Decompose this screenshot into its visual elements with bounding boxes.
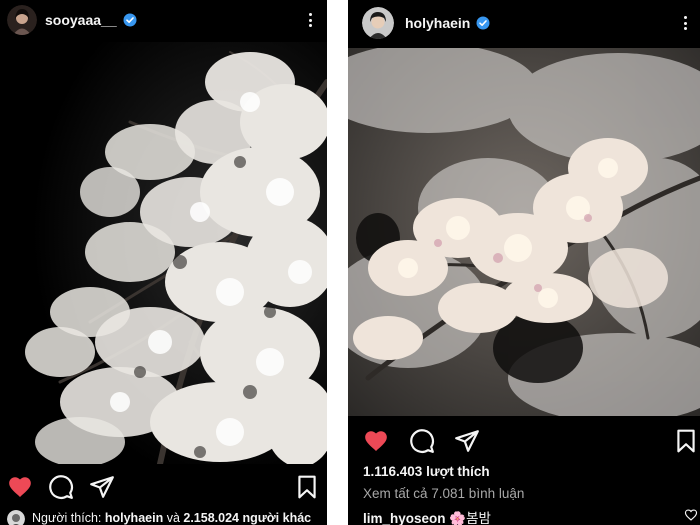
- heart-outline-icon[interactable]: [684, 508, 698, 522]
- username-row: sooyaaa__: [45, 12, 137, 28]
- liked-by-line: Người thích: holyhaein và 2.158.024 ngườ…: [32, 511, 311, 525]
- liked-by-and: và: [166, 511, 180, 525]
- heart-filled-icon[interactable]: [7, 474, 33, 500]
- like-count[interactable]: 1.116.403 lượt thích: [363, 464, 490, 479]
- username-row: holyhaein: [405, 15, 490, 31]
- verified-badge-icon: [476, 16, 490, 30]
- profile-avatar[interactable]: [7, 5, 37, 35]
- post-header: holyhaein: [348, 0, 700, 46]
- send-icon[interactable]: [454, 428, 480, 454]
- view-all-comments-link[interactable]: Xem tất cả 7.081 bình luận: [363, 486, 524, 501]
- verified-badge-icon: [123, 13, 137, 27]
- liked-by-user[interactable]: holyhaein: [105, 511, 163, 525]
- liked-by-prefix: Người thích:: [32, 511, 102, 525]
- cherry-blossom-photo: [0, 42, 327, 464]
- post-photo[interactable]: [0, 42, 327, 464]
- profile-avatar[interactable]: [362, 7, 394, 39]
- comment-preview: lim_hyoseon 🌸봄밤: [363, 507, 491, 525]
- more-options-icon[interactable]: [678, 13, 692, 33]
- send-icon[interactable]: [89, 474, 115, 500]
- post-card-sooyaaa: sooyaaa__ Người thích: holyhaein và 2.15…: [0, 0, 327, 525]
- comment-text: 🌸봄밤: [449, 511, 491, 525]
- post-actions: [348, 428, 700, 462]
- liker-avatar[interactable]: [7, 510, 25, 525]
- post-actions: [0, 474, 327, 508]
- post-header: sooyaaa__: [0, 0, 327, 40]
- heart-filled-icon[interactable]: [363, 428, 389, 454]
- bookmark-icon[interactable]: [673, 428, 699, 454]
- username[interactable]: sooyaaa__: [45, 12, 117, 28]
- post-card-holyhaein: holyhaein 1.116.403 lượt thích Xem tất c…: [348, 0, 700, 525]
- comment-username[interactable]: lim_hyoseon: [363, 511, 446, 525]
- comment-icon[interactable]: [48, 474, 74, 500]
- post-photo[interactable]: [348, 48, 700, 416]
- cherry-blossom-photo: [348, 48, 700, 416]
- more-options-icon[interactable]: [303, 10, 317, 30]
- username[interactable]: holyhaein: [405, 15, 470, 31]
- bookmark-icon[interactable]: [294, 474, 320, 500]
- liked-by-rest[interactable]: 2.158.024 người khác: [183, 511, 311, 525]
- comment-icon[interactable]: [409, 428, 435, 454]
